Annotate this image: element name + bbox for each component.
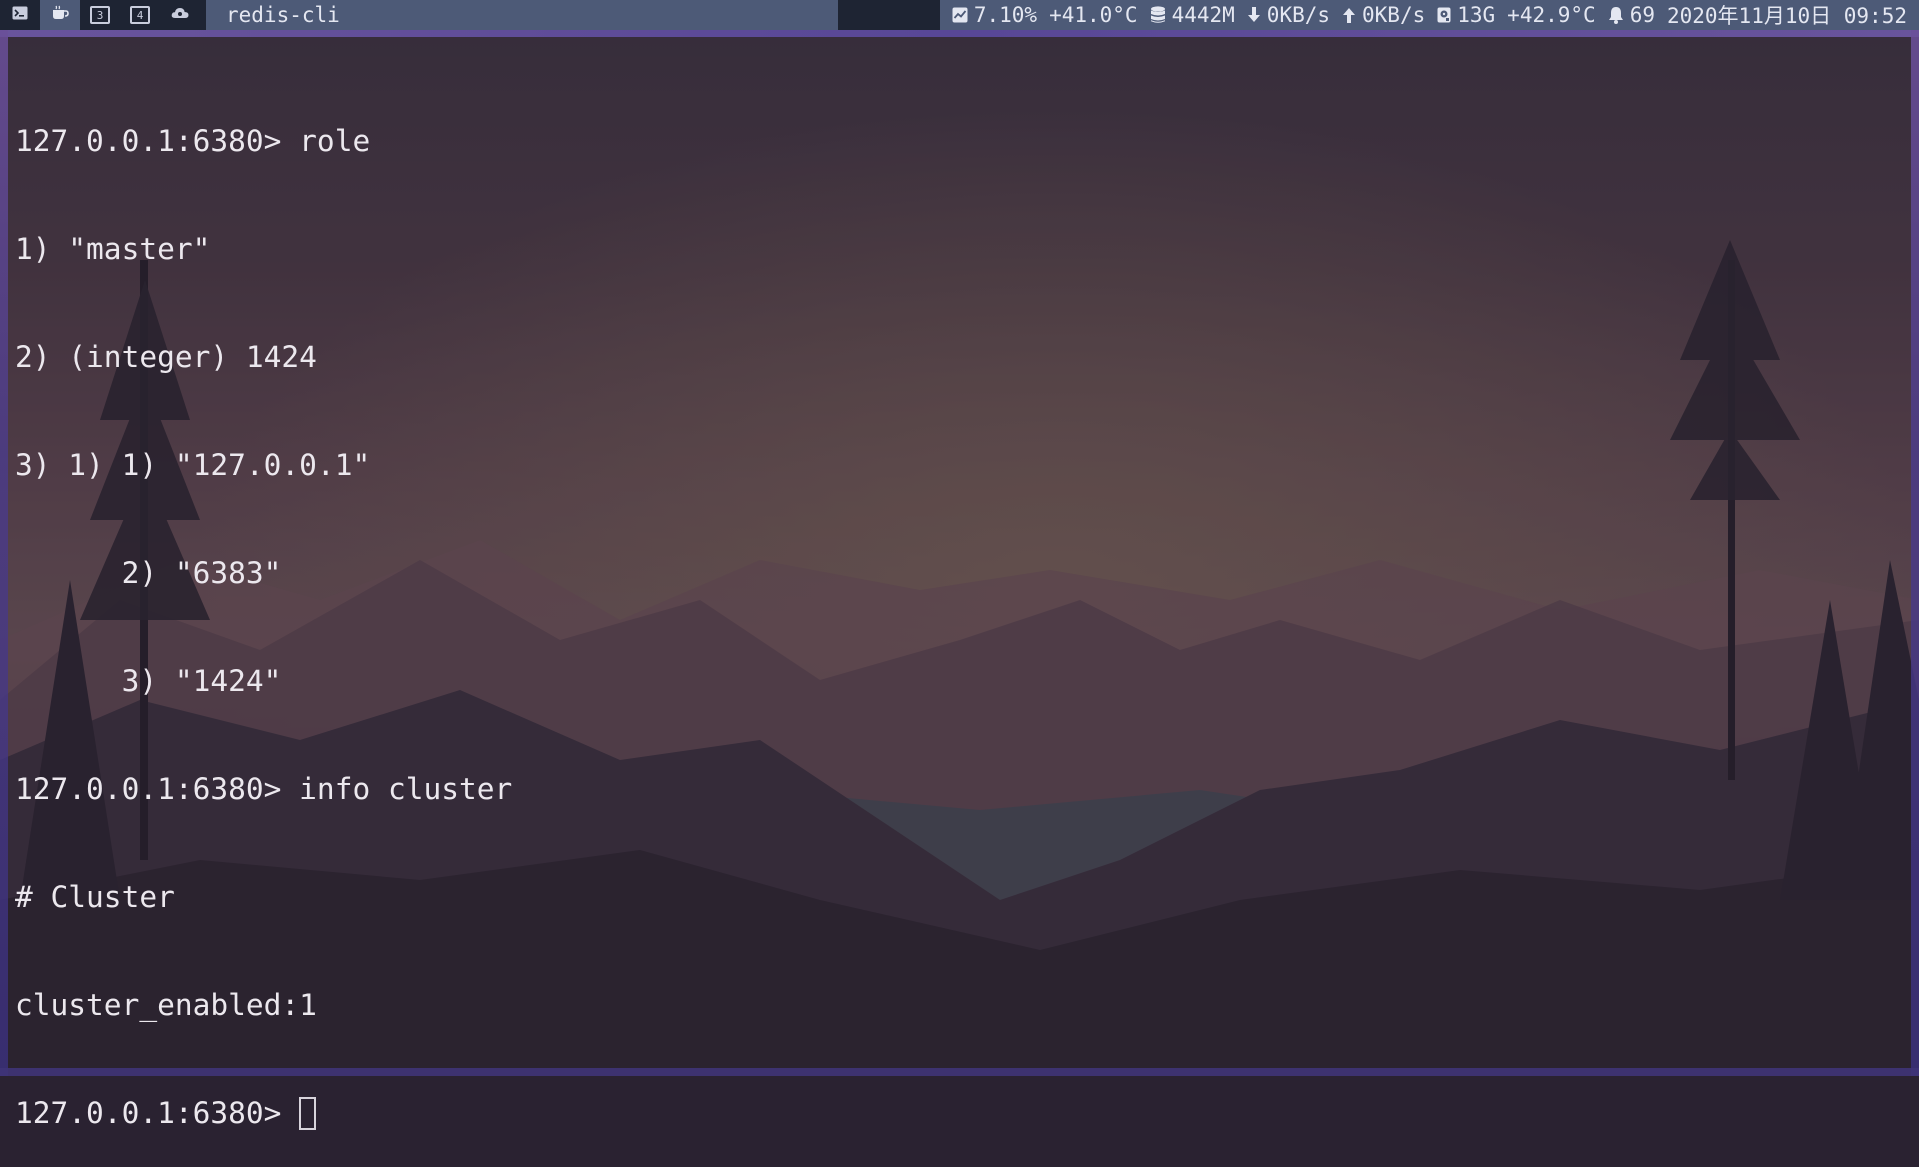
terminal-icon (12, 6, 28, 24)
datetime: 2020年11月10日 09:52 (1666, 4, 1907, 28)
window-title-text: redis-cli (226, 3, 340, 27)
window-border-left (0, 30, 8, 1076)
workspace-5[interactable] (160, 0, 200, 30)
disk-usage: 13G (1457, 3, 1496, 27)
workspace-3-label: 3 (96, 8, 104, 22)
terminal-prompt: 127.0.0.1:6380> (15, 1096, 300, 1130)
arrow-down-icon (1247, 7, 1261, 23)
terminal-line: 2) (integer) 1424 (15, 340, 317, 374)
system-status: 7.10% +41.0°C 4442M 0KB/s 0KB/s 13G +42.… (939, 0, 1919, 30)
database-icon (1150, 6, 1166, 24)
cpu-chart-icon (952, 7, 968, 23)
terminal-line: 127.0.0.1:6380> info cluster (15, 772, 513, 806)
cpu-temp: +41.0°C (1049, 3, 1138, 27)
terminal-line: cluster_enabled:1 (15, 988, 317, 1022)
coffee-cup-icon (51, 5, 69, 25)
download-status: 0KB/s (1247, 3, 1330, 27)
clock[interactable]: 2020年11月10日 09:52 (1667, 0, 1907, 30)
workspace-4[interactable]: 4 (120, 0, 160, 30)
upload-status: 0KB/s (1342, 3, 1425, 27)
workspace-1[interactable] (0, 0, 40, 30)
workspace-4-label: 4 (136, 8, 144, 22)
download-speed: 0KB/s (1266, 3, 1331, 27)
terminal-cursor (299, 1097, 317, 1130)
upload-speed: 0KB/s (1362, 3, 1426, 27)
disk-temp: +42.9°C (1507, 3, 1596, 27)
workspace-4-icon: 4 (130, 6, 150, 24)
terminal-line: 1) "master" (15, 232, 211, 266)
notification-count: 69 (1629, 3, 1655, 27)
notification-status[interactable]: 69 (1608, 3, 1655, 27)
focused-window-title[interactable]: redis-cli (206, 0, 838, 30)
workspace-3[interactable]: 3 (80, 0, 120, 30)
hard-disk-icon (1437, 7, 1451, 23)
cpu-status: 7.10% +41.0°C (952, 3, 1138, 27)
workspace-3-icon: 3 (90, 6, 110, 24)
terminal-line: 2) "6383" (15, 556, 282, 590)
workspace-2[interactable] (40, 0, 80, 30)
cpu-usage: 7.10% (973, 3, 1038, 27)
terminal-window[interactable]: 127.0.0.1:6380> role 1) "master" 2) (int… (8, 37, 1911, 1130)
terminal-line: # Cluster (15, 880, 175, 914)
cloud-icon (171, 6, 189, 24)
disk-status: 13G +42.9°C (1437, 3, 1596, 27)
window-border-right (1911, 30, 1919, 1076)
bell-icon (1608, 6, 1624, 24)
status-bar: 3 4 redis-cli 7.10% +41.0°C 4442M 0KB/s … (0, 0, 1919, 30)
terminal-line: 3) 1) 1) "127.0.0.1" (15, 448, 371, 482)
arrow-up-icon (1342, 7, 1356, 23)
terminal-line: 127.0.0.1:6380> role (15, 124, 371, 158)
memory-status: 4442M (1150, 3, 1235, 27)
terminal-line: 3) "1424" (15, 664, 282, 698)
memory-usage: 4442M (1171, 3, 1235, 27)
terminal-prompt-line[interactable]: 127.0.0.1:6380> (15, 1095, 1911, 1131)
window-border-top (0, 30, 1919, 37)
